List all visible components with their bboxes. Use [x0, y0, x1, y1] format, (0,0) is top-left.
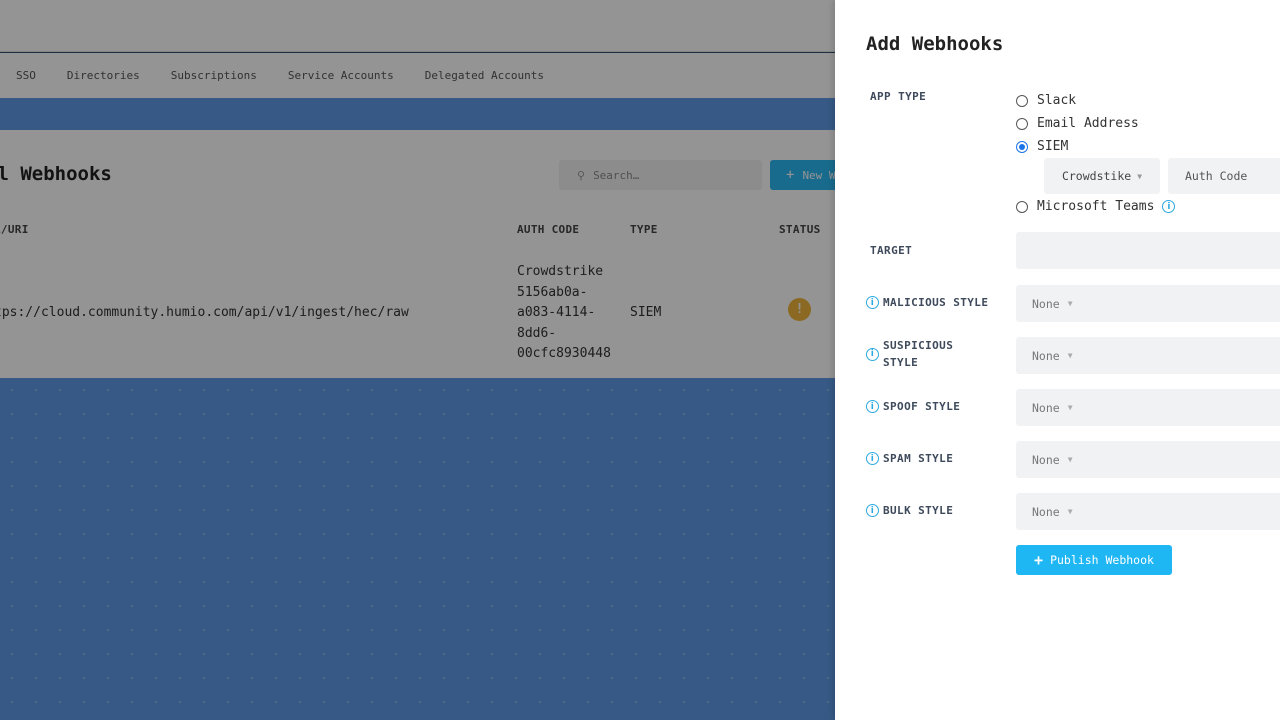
drawer-title: Add Webhooks: [866, 33, 1004, 55]
info-icon[interactable]: i: [1162, 200, 1176, 213]
malicious-style-label: i MALICIOUS STYLE: [866, 296, 988, 309]
caret-down-icon: ▼: [1067, 455, 1073, 464]
bulk-style-label: i BULK STYLE: [866, 504, 953, 517]
spoof-style-text: SPOOF STYLE: [883, 400, 961, 413]
caret-down-icon: ▼: [1067, 403, 1073, 412]
info-icon[interactable]: i: [866, 400, 879, 413]
spam-style-select[interactable]: None ▼: [1016, 441, 1280, 478]
radio-slack[interactable]: Slack: [1016, 93, 1076, 108]
radio-button[interactable]: [1016, 94, 1028, 107]
target-label: TARGET: [870, 244, 913, 257]
caret-down-icon: ▼: [1137, 171, 1143, 181]
auth-code-input[interactable]: Auth Code: [1168, 158, 1280, 194]
plus-icon: +: [1034, 551, 1044, 569]
caret-down-icon: ▼: [1067, 351, 1073, 360]
spoof-style-value: None: [1032, 400, 1060, 415]
radio-label-email: Email Address: [1037, 116, 1139, 131]
radio-label-slack: Slack: [1037, 93, 1077, 108]
siem-vendor-select[interactable]: Crowdstike ▼: [1044, 158, 1160, 194]
app-type-label: APP TYPE: [870, 90, 927, 103]
caret-down-icon: ▼: [1067, 299, 1073, 308]
radio-button[interactable]: [1016, 117, 1028, 130]
radio-microsoft-teams[interactable]: Microsoft Teams i: [1016, 199, 1176, 214]
siem-vendor-value: Crowdstike: [1061, 169, 1132, 183]
auth-code-placeholder: Auth Code: [1185, 169, 1248, 183]
spam-style-text: SPAM STYLE: [883, 452, 954, 465]
suspicious-style-value: None: [1032, 348, 1060, 363]
info-icon[interactable]: i: [866, 504, 879, 517]
info-icon[interactable]: i: [866, 296, 879, 309]
suspicious-style-select[interactable]: None ▼: [1016, 337, 1280, 374]
spam-style-value: None: [1032, 452, 1060, 467]
spoof-style-select[interactable]: None ▼: [1016, 389, 1280, 426]
malicious-style-text: MALICIOUS STYLE: [883, 296, 989, 309]
suspicious-style-label: i SUSPICIOUS STYLE: [866, 337, 983, 371]
bulk-style-select[interactable]: None ▼: [1016, 493, 1280, 530]
malicious-style-value: None: [1032, 296, 1060, 311]
target-input[interactable]: [1016, 232, 1280, 269]
publish-webhook-button[interactable]: + Publish Webhook: [1016, 545, 1172, 575]
spoof-style-label: i SPOOF STYLE: [866, 400, 960, 413]
radio-label-siem: SIEM: [1037, 139, 1069, 154]
bulk-style-value: None: [1032, 504, 1060, 519]
caret-down-icon: ▼: [1067, 507, 1073, 516]
info-icon[interactable]: i: [866, 347, 879, 361]
radio-button[interactable]: [1016, 200, 1028, 213]
add-webhooks-drawer: Add Webhooks APP TYPE Slack Email Addres…: [835, 0, 1280, 720]
radio-button-selected[interactable]: [1016, 140, 1028, 153]
malicious-style-select[interactable]: None ▼: [1016, 285, 1280, 322]
radio-siem[interactable]: SIEM: [1016, 139, 1068, 154]
publish-webhook-label: Publish Webhook: [1050, 553, 1154, 567]
bulk-style-text: BULK STYLE: [883, 504, 954, 517]
radio-email-address[interactable]: Email Address: [1016, 116, 1139, 131]
spam-style-label: i SPAM STYLE: [866, 452, 953, 465]
suspicious-style-text: SUSPICIOUS STYLE: [883, 339, 954, 369]
info-icon[interactable]: i: [866, 452, 879, 465]
radio-label-teams: Microsoft Teams: [1037, 199, 1155, 214]
